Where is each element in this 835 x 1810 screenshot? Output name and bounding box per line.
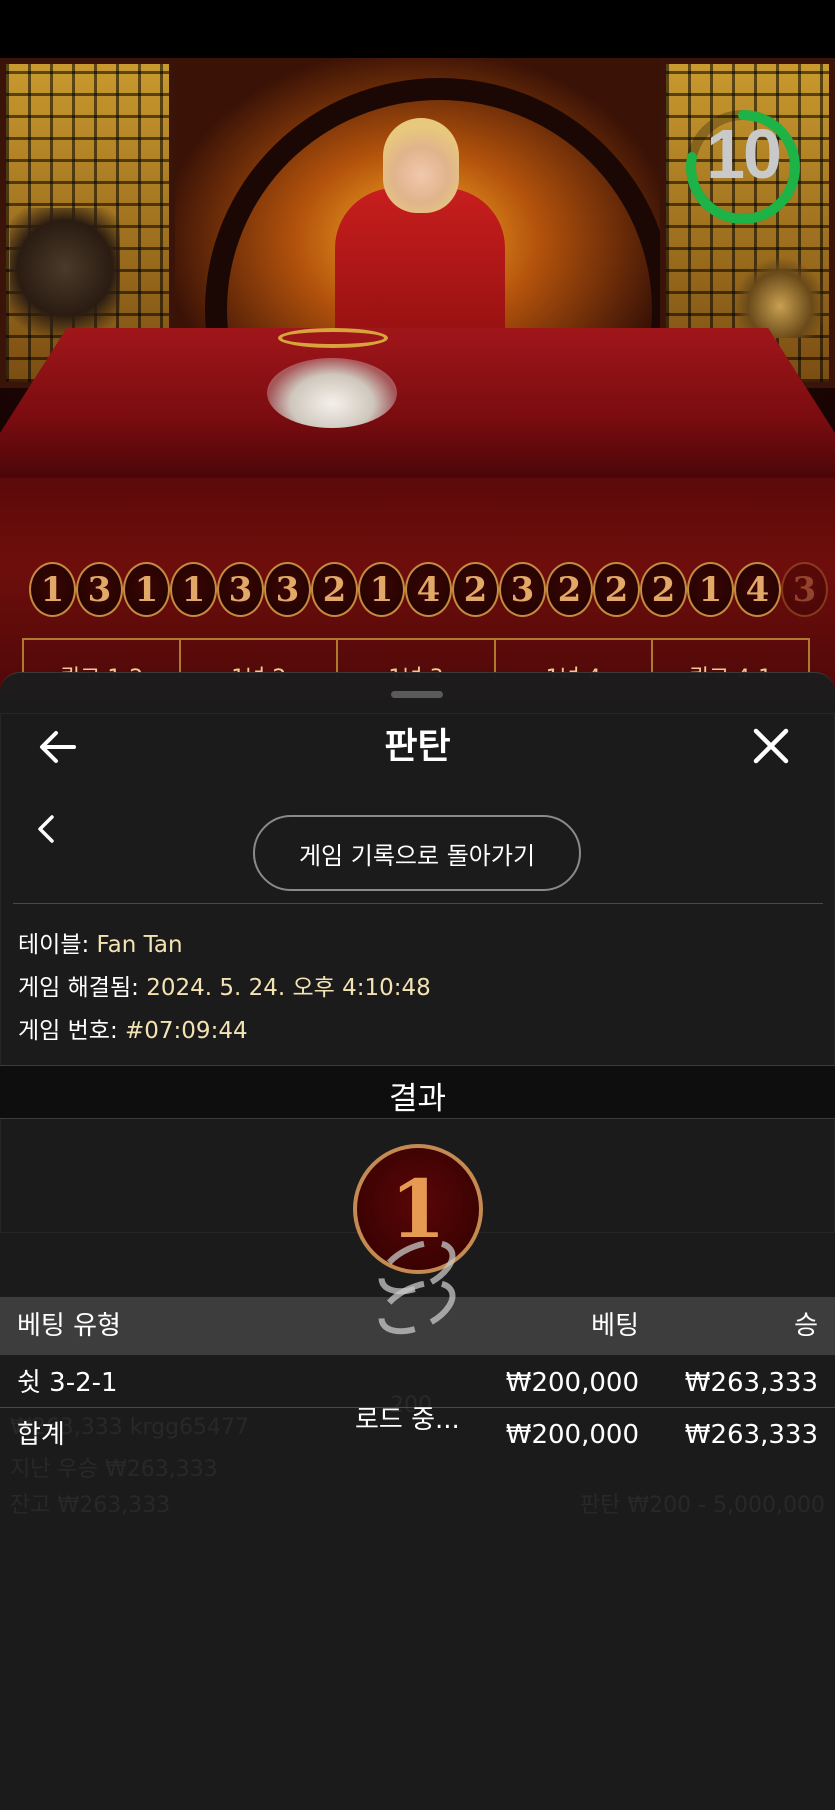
history-result-coin: 1: [358, 562, 405, 617]
countdown-timer: 10: [684, 92, 802, 242]
history-result-coin: 1: [29, 562, 76, 617]
game-number-label: 게임 번호:: [18, 1018, 118, 1044]
bet-type-cell: 쉿 3-2-1: [17, 1368, 118, 1398]
history-result-coin: 2: [452, 562, 499, 617]
win-amount-cell: ₩263,333: [684, 1368, 818, 1398]
close-button[interactable]: [748, 723, 794, 769]
history-result-coin: 2: [593, 562, 640, 617]
bowl-lid: [278, 328, 388, 348]
history-result-coin: 1: [170, 562, 217, 617]
history-result-coin: 3: [264, 562, 311, 617]
history-result-coin: 1: [687, 562, 734, 617]
bead-bowl: [267, 358, 397, 428]
close-icon: [753, 728, 789, 764]
history-result-coin: 4: [405, 562, 452, 617]
total-label: 합계: [17, 1420, 65, 1450]
sheet-handle[interactable]: [391, 691, 443, 698]
status-bar: [0, 0, 835, 58]
history-result-coin: 3: [499, 562, 546, 617]
table-value: Fan Tan: [96, 932, 183, 958]
game-details-sheet: ₩263,333 krgg65477 지난 우승 ₩263,333 잔고 ₩26…: [0, 672, 835, 1810]
info-game-number: 게임 번호: #07:09:44: [18, 1011, 248, 1045]
timer-value: 10: [706, 115, 782, 193]
dragon-statue: [735, 258, 825, 338]
chevron-left-icon: [38, 815, 54, 843]
total-bet: ₩200,000: [505, 1420, 639, 1450]
column-win: 승: [794, 1311, 818, 1341]
bg-balance: 잔고 ₩263,333: [10, 1493, 171, 1518]
sheet-title: 판탄: [384, 726, 451, 767]
info-resolved: 게임 해결됨: 2024. 5. 24. 오후 4:10:48: [18, 968, 431, 1002]
column-bet: 베팅: [591, 1311, 639, 1341]
history-result-coin: 3: [76, 562, 123, 617]
history-result-coin: 3: [781, 562, 828, 617]
divider: [13, 903, 823, 904]
history-result-coin: 2: [311, 562, 358, 617]
bg-limits: 판탄 ₩200 - 5,000,000: [579, 1493, 825, 1518]
column-bet-type: 베팅 유형: [17, 1311, 121, 1341]
history-result-coin: 2: [546, 562, 593, 617]
bet-amount-cell: ₩200,000: [505, 1368, 639, 1398]
loading-text: 로드 중...: [355, 1405, 460, 1435]
table-label: 테이블:: [18, 932, 90, 958]
result-history: 13113321423222143: [29, 562, 835, 618]
previous-button[interactable]: [32, 811, 60, 847]
info-table: 테이블: Fan Tan: [18, 925, 183, 959]
total-win: ₩263,333: [684, 1420, 818, 1450]
game-table: [0, 328, 835, 478]
loading-spinner-icon: [372, 1229, 462, 1349]
history-result-coin: 1: [123, 562, 170, 617]
dealer-head: [383, 118, 459, 213]
resolved-label: 게임 해결됨:: [18, 975, 139, 1001]
history-result-coin: 2: [640, 562, 687, 617]
history-result-coin: 4: [734, 562, 781, 617]
history-result-coin: 3: [217, 562, 264, 617]
resolved-value: 2024. 5. 24. 오후 4:10:48: [146, 975, 431, 1001]
result-header: 결과: [0, 1065, 835, 1119]
back-to-history-button[interactable]: 게임 기록으로 돌아가기: [253, 815, 581, 891]
game-number-value: #07:09:44: [125, 1018, 248, 1044]
